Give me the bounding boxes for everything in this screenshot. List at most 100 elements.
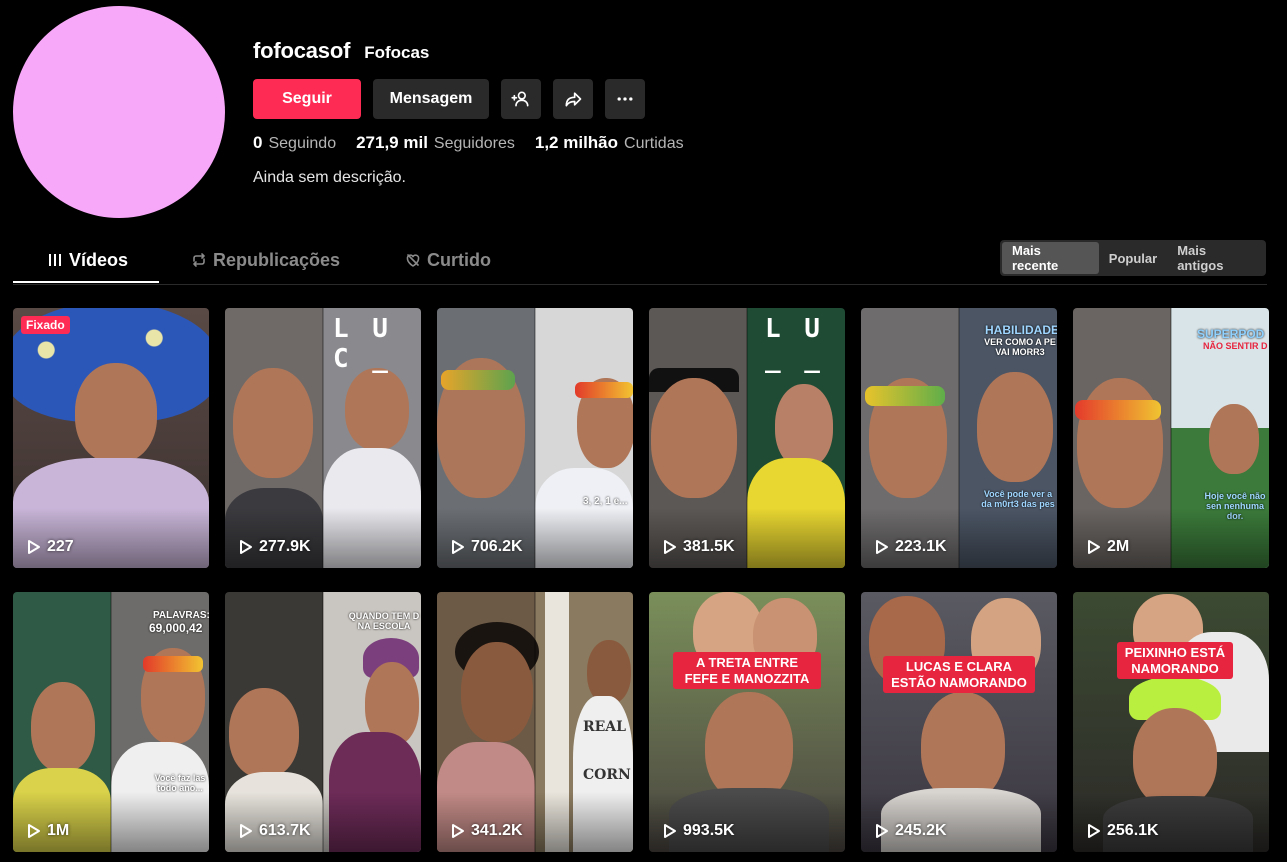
more-button[interactable] [605, 79, 645, 119]
likes-label: Curtidas [624, 135, 684, 152]
tab-liked[interactable]: Curtido [405, 238, 491, 282]
face-shape [977, 372, 1053, 482]
view-count: 256.1K [1087, 822, 1159, 840]
video-card[interactable]: 3, 2, 1 e... 706.2K [437, 308, 633, 568]
play-icon [876, 540, 888, 554]
following-stat[interactable]: 0 Seguindo [253, 133, 336, 153]
sunglasses-shape [575, 382, 633, 398]
video-card[interactable]: HABILIDADE VER COMO A PE VAI MORR3 Você … [861, 308, 1057, 568]
sunglasses-shape [865, 386, 945, 406]
view-count: 613.7K [239, 822, 311, 840]
message-button[interactable]: Mensagem [373, 79, 489, 119]
tab-videos[interactable]: Vídeos [47, 238, 128, 282]
name-row: fofocasof Fofocas [253, 38, 684, 68]
sunglasses-shape [1075, 400, 1161, 420]
shirt-print-text-2: CORN [583, 767, 631, 783]
view-count: 2M [1087, 538, 1129, 556]
following-count: 0 [253, 133, 263, 152]
video-card[interactable]: PALAVRAS: 69,000,42 Você faz las todo an… [13, 592, 209, 852]
sunglasses-shape [143, 656, 203, 672]
video-overlay-text-3: Você pode ver a da m0rt3 das pes [981, 489, 1055, 509]
face-shape [1077, 378, 1163, 508]
video-card[interactable]: PEIXINHO ESTÁ NAMORANDO 256.1K [1073, 592, 1269, 852]
view-count-text: 2M [1107, 538, 1130, 555]
profile-username: fofocasof [253, 38, 351, 63]
video-overlay-text: PALAVRAS: [153, 610, 209, 621]
profile-header: fofocasof Fofocas Seguir Mensagem 0 Segu… [253, 38, 684, 187]
followers-count: 271,9 mil [356, 133, 428, 152]
video-card[interactable]: A TRETA ENTRE FEFE E MANOZZITA 993.5K [649, 592, 845, 852]
video-overlay-text-2: 69,000,42 [149, 621, 203, 635]
profile-nickname: Fofocas [364, 43, 430, 62]
view-count-text: 341.2K [471, 822, 523, 839]
view-count: 1M [27, 822, 69, 840]
face-shape [229, 688, 299, 778]
view-count-text: 1M [47, 822, 70, 839]
grid-icon [49, 254, 61, 266]
sort-latest[interactable]: Mais recente [1002, 242, 1099, 274]
add-friend-button[interactable] [501, 79, 541, 119]
tab-reposts[interactable]: Republicações [191, 238, 340, 282]
video-card[interactable]: L U C _ 277.9K [225, 308, 421, 568]
view-count-text: 245.2K [895, 822, 947, 839]
video-overlay-text: L U C _ [333, 314, 392, 374]
sort-popular[interactable]: Popular [1099, 242, 1167, 274]
share-icon [565, 92, 582, 107]
view-count-text: 381.5K [683, 538, 735, 555]
face-shape [345, 368, 409, 450]
view-count-text: 706.2K [471, 538, 523, 555]
view-count-text: 223.1K [895, 538, 947, 555]
liked-heart-icon [406, 254, 420, 267]
face-shape [587, 640, 631, 704]
view-count: 993.5K [663, 822, 735, 840]
video-caption-badge: PEIXINHO ESTÁ NAMORANDO [1117, 642, 1233, 680]
repost-icon [193, 253, 205, 267]
face-shape [75, 363, 157, 463]
video-overlay-text-3: Você faz las todo ano... [154, 773, 206, 793]
view-count-text: 256.1K [1107, 822, 1159, 839]
likes-stat: 1,2 milhão Curtidas [535, 133, 684, 153]
face-shape [921, 692, 1005, 802]
play-icon [1088, 540, 1100, 554]
video-card[interactable]: SUPERPOD NÃO SENTIR D Hoje você não sen … [1073, 308, 1269, 568]
profile-stats: 0 Seguindo 271,9 mil Seguidores 1,2 milhão… [253, 133, 684, 153]
play-icon [452, 540, 464, 554]
view-count: 706.2K [451, 538, 523, 556]
view-count-text: 277.9K [259, 538, 311, 555]
video-card[interactable]: Fixado 227 [13, 308, 209, 568]
play-icon [452, 824, 464, 838]
view-count: 277.9K [239, 538, 311, 556]
following-label: Seguindo [268, 135, 337, 152]
video-grid: Fixado 227 L U C _ 277.9K 3, 2, 1 e... 7… [13, 308, 1269, 852]
video-card[interactable]: QUANDO TEM D NA ESCOLA 613.7K [225, 592, 421, 852]
more-icon [617, 97, 633, 101]
active-tab-indicator [13, 281, 159, 283]
video-card[interactable]: REAL CORN 341.2K [437, 592, 633, 852]
follow-button[interactable]: Seguir [253, 79, 361, 119]
view-count-text: 613.7K [259, 822, 311, 839]
view-count-text: 993.5K [683, 822, 735, 839]
video-overlay-text: HABILIDADE [985, 323, 1057, 337]
tab-videos-label: Vídeos [69, 249, 129, 270]
view-count-text: 227 [47, 538, 74, 555]
face-shape [31, 682, 95, 772]
sort-oldest[interactable]: Mais antigos [1167, 242, 1264, 274]
video-card[interactable]: L U _ _ 381.5K [649, 308, 845, 568]
sunglasses-shape [441, 370, 515, 390]
followers-stat[interactable]: 271,9 mil Seguidores [356, 133, 515, 153]
view-count: 227 [27, 538, 74, 556]
face-shape [233, 368, 313, 478]
profile-bio: Ainda sem descrição. [253, 169, 406, 186]
tab-liked-label: Curtido [427, 249, 491, 270]
video-overlay-text: L U _ _ [765, 314, 824, 374]
face-shape [705, 692, 793, 802]
video-overlay-text: 3, 2, 1 e... [583, 496, 628, 507]
play-icon [28, 540, 40, 554]
video-card[interactable]: LUCAS E CLARA ESTÃO NAMORANDO 245.2K [861, 592, 1057, 852]
play-icon [664, 824, 676, 838]
view-count: 341.2K [451, 822, 523, 840]
share-button[interactable] [553, 79, 593, 119]
profile-avatar [13, 6, 225, 218]
face-shape [775, 384, 833, 468]
video-overlay-text: SUPERPOD [1197, 327, 1265, 341]
